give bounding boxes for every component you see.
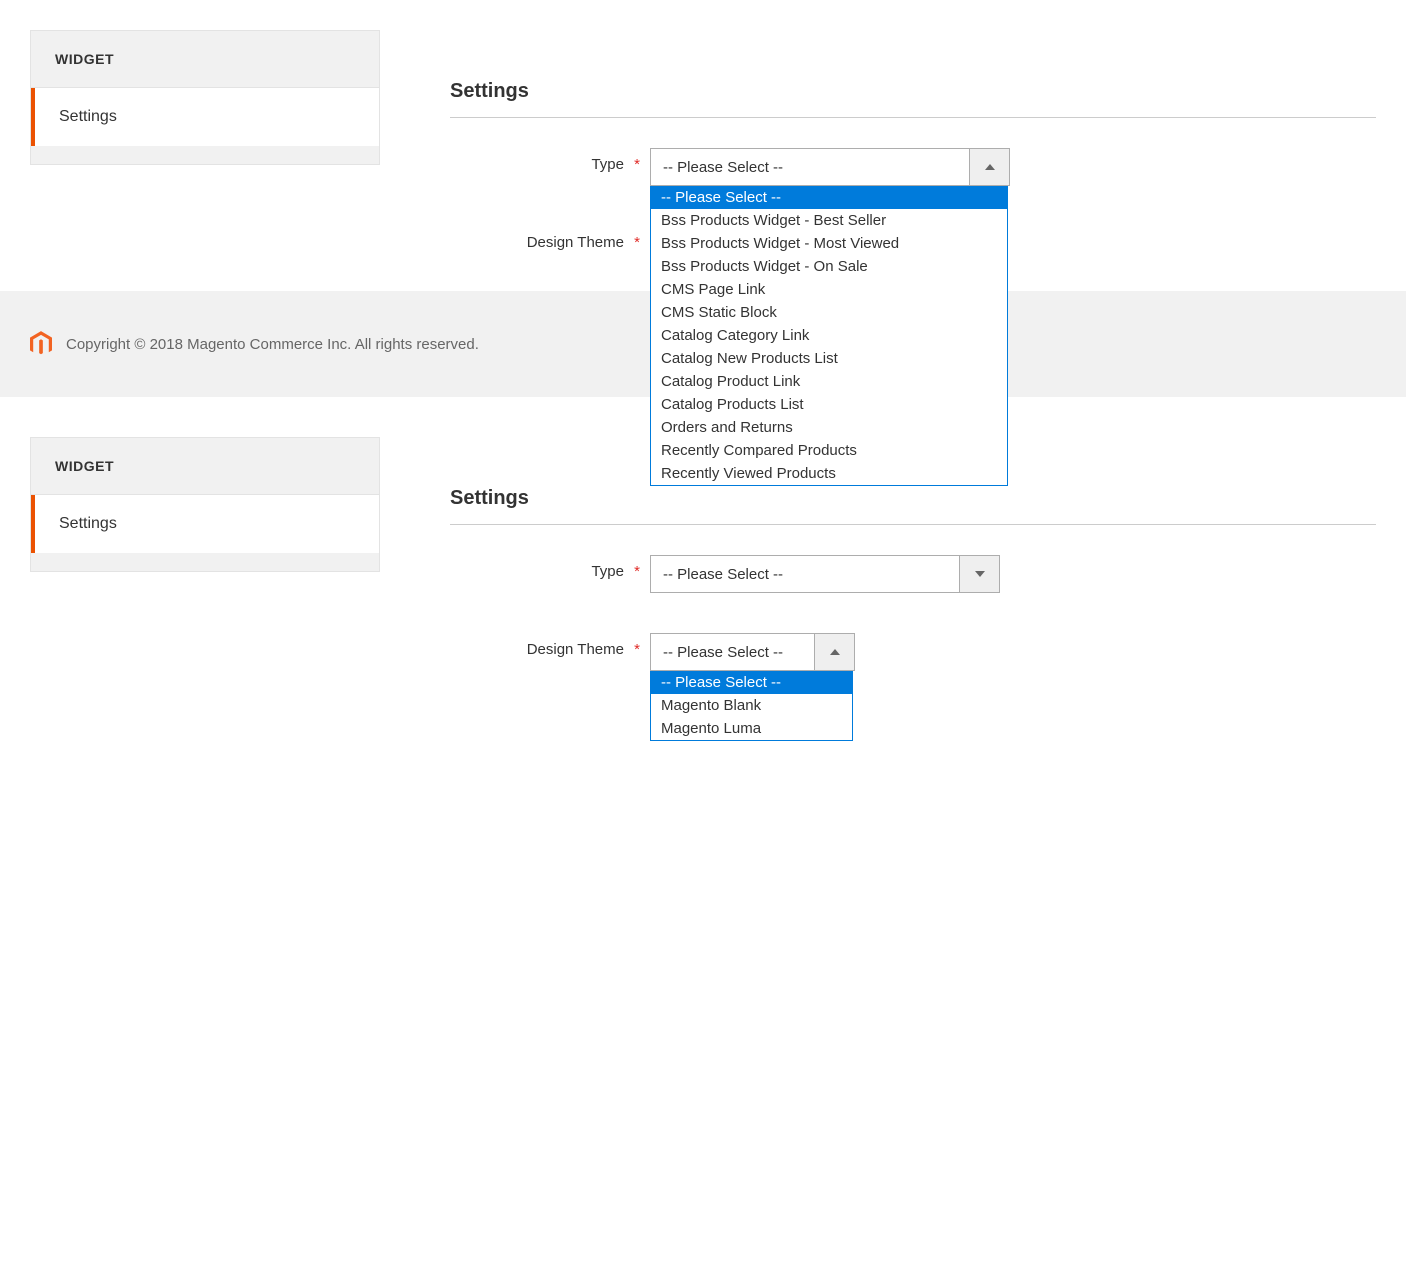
type-option[interactable]: Recently Compared Products bbox=[651, 439, 1007, 462]
type-option[interactable]: Bss Products Widget - On Sale bbox=[651, 255, 1007, 278]
theme-select-arrow[interactable] bbox=[814, 634, 854, 670]
sidebar-item-settings[interactable]: Settings bbox=[31, 88, 379, 146]
type-option[interactable]: Catalog Products List bbox=[651, 393, 1007, 416]
field-label-type: Type * bbox=[450, 555, 650, 580]
theme-select-display[interactable]: -- Please Select -- bbox=[651, 634, 814, 670]
theme-option[interactable]: Magento Luma bbox=[651, 717, 852, 740]
sidebar-item-label: Settings bbox=[59, 515, 117, 532]
sidebar: WIDGET Settings bbox=[30, 437, 380, 572]
field-label-theme: Design Theme * bbox=[450, 633, 650, 658]
type-option[interactable]: Bss Products Widget - Most Viewed bbox=[651, 232, 1007, 255]
chevron-up-icon bbox=[830, 649, 840, 655]
type-option[interactable]: Catalog Product Link bbox=[651, 370, 1007, 393]
field-label-type: Type * bbox=[450, 148, 650, 173]
type-select-arrow[interactable] bbox=[969, 149, 1009, 185]
theme-option[interactable]: Magento Blank bbox=[651, 694, 852, 717]
type-option[interactable]: Recently Viewed Products bbox=[651, 462, 1007, 485]
copyright-text: Copyright © 2018 Magento Commerce Inc. A… bbox=[66, 336, 479, 353]
required-star: * bbox=[634, 563, 640, 580]
settings-heading: Settings bbox=[450, 487, 1376, 525]
required-star: * bbox=[634, 156, 640, 173]
widget-settings-panel-1: WIDGET Settings Settings Type * -- Pleas… bbox=[0, 0, 1406, 291]
magento-logo-icon bbox=[30, 331, 52, 357]
sidebar-item-label: Settings bbox=[59, 108, 117, 125]
type-option[interactable]: CMS Static Block bbox=[651, 301, 1007, 324]
type-option[interactable]: CMS Page Link bbox=[651, 278, 1007, 301]
field-row-type: Type * -- Please Select -- -- Please Sel… bbox=[450, 148, 1376, 186]
sidebar-title: WIDGET bbox=[31, 438, 379, 495]
required-star: * bbox=[634, 234, 640, 251]
type-select[interactable]: -- Please Select -- bbox=[650, 148, 1010, 186]
sidebar-title: WIDGET bbox=[31, 31, 379, 88]
sidebar-footer bbox=[31, 553, 379, 571]
theme-dropdown: -- Please Select -- Magento Blank Magent… bbox=[650, 671, 853, 741]
theme-select[interactable]: -- Please Select -- bbox=[650, 633, 855, 671]
type-select[interactable]: -- Please Select -- bbox=[650, 555, 1000, 593]
type-dropdown: -- Please Select -- Bss Products Widget … bbox=[650, 186, 1008, 486]
field-row-type: Type * -- Please Select -- bbox=[450, 555, 1376, 593]
type-select-arrow[interactable] bbox=[959, 556, 999, 592]
field-label-theme: Design Theme * bbox=[450, 226, 650, 251]
field-row-theme: Design Theme * -- Please Select -- -- Pl… bbox=[450, 633, 1376, 671]
type-option[interactable]: Catalog New Products List bbox=[651, 347, 1007, 370]
type-option[interactable]: -- Please Select -- bbox=[651, 186, 1007, 209]
settings-heading: Settings bbox=[450, 80, 1376, 118]
type-option[interactable]: Bss Products Widget - Best Seller bbox=[651, 209, 1007, 232]
settings-form: Settings Type * -- Please Select -- -- P bbox=[380, 30, 1376, 291]
sidebar-item-settings[interactable]: Settings bbox=[31, 495, 379, 553]
chevron-up-icon bbox=[985, 164, 995, 170]
type-select-display[interactable]: -- Please Select -- bbox=[651, 149, 969, 185]
type-option[interactable]: Catalog Category Link bbox=[651, 324, 1007, 347]
sidebar-footer bbox=[31, 146, 379, 164]
chevron-down-icon bbox=[975, 571, 985, 577]
sidebar: WIDGET Settings bbox=[30, 30, 380, 165]
type-option[interactable]: Orders and Returns bbox=[651, 416, 1007, 439]
theme-option[interactable]: -- Please Select -- bbox=[651, 671, 852, 694]
required-star: * bbox=[634, 641, 640, 658]
type-select-display[interactable]: -- Please Select -- bbox=[651, 556, 959, 592]
